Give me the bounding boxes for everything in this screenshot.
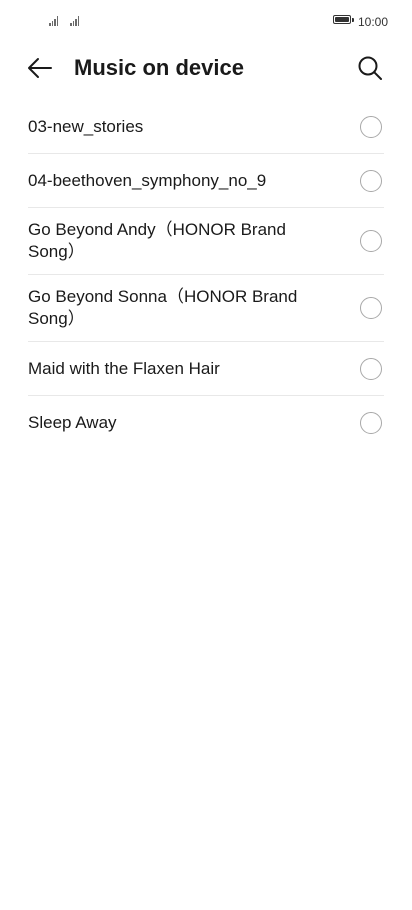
status-time: 10:00	[358, 15, 389, 29]
song-item[interactable]: 03-new_stories	[28, 100, 384, 154]
arrow-left-icon	[28, 58, 52, 78]
song-label: Go Beyond Sonna（HONOR Brand Song）	[28, 287, 298, 328]
song-label: Go Beyond Andy（HONOR Brand Song）	[28, 220, 286, 261]
app-bar: Music on device	[0, 44, 412, 92]
song-list: 03-new_stories 04-beethoven_symphony_no_…	[28, 100, 384, 450]
battery-full-icon	[333, 15, 354, 24]
song-item[interactable]: Go Beyond Sonna（HONOR Brand Song）	[28, 275, 384, 342]
song-label: Maid with the Flaxen Hair	[28, 358, 220, 378]
select-radio[interactable]	[360, 230, 382, 252]
select-radio[interactable]	[360, 357, 382, 380]
song-label: 04-beethoven_symphony_no_9	[28, 170, 267, 190]
back-button[interactable]	[24, 52, 56, 84]
signal-icon	[49, 16, 58, 26]
select-radio[interactable]	[360, 412, 382, 434]
song-item[interactable]: Sleep Away	[28, 396, 384, 450]
signal-icon	[70, 16, 79, 26]
select-radio[interactable]	[360, 297, 382, 319]
select-radio[interactable]	[360, 169, 382, 192]
song-item[interactable]: 04-beethoven_symphony_no_9	[28, 154, 384, 208]
search-icon	[358, 56, 382, 80]
song-label: Sleep Away	[28, 413, 117, 432]
status-bar: 10:00	[0, 0, 412, 44]
song-item[interactable]: Go Beyond Andy（HONOR Brand Song）	[28, 208, 384, 275]
select-radio[interactable]	[360, 115, 382, 138]
song-label: 03-new_stories	[28, 116, 144, 136]
page-title: Music on device	[74, 55, 244, 80]
search-button[interactable]	[352, 50, 388, 86]
song-item[interactable]: Maid with the Flaxen Hair	[28, 342, 384, 396]
